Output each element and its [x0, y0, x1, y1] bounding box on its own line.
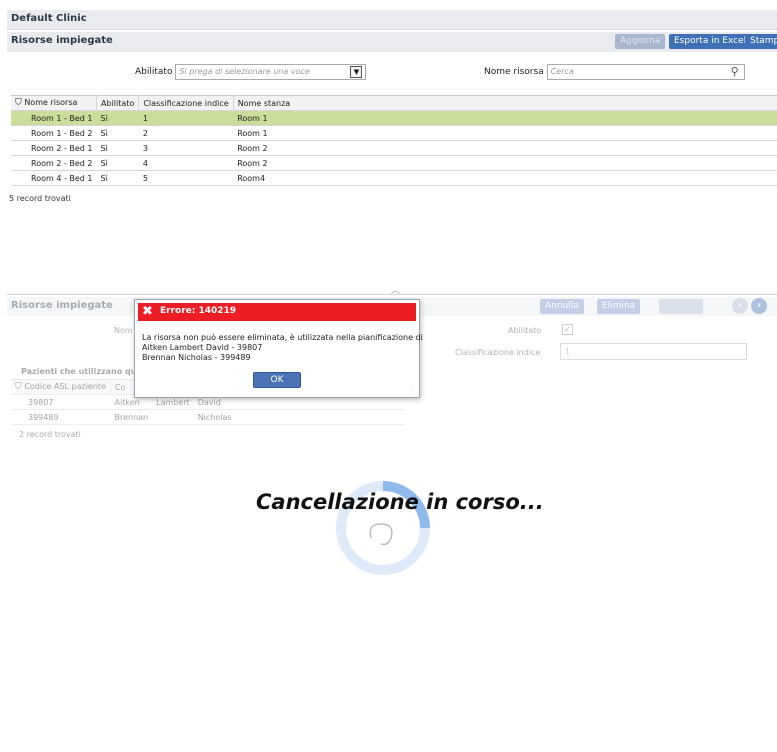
cell-codice: 39807	[11, 394, 111, 410]
cell-abilitato: Sì	[96, 125, 139, 141]
refresh-button[interactable]: Aggiorna	[615, 34, 666, 49]
cell-nome: Room 1 - Bed 2	[11, 125, 97, 141]
cell-stanza: Room 1	[233, 125, 295, 141]
ok-button[interactable]: OK	[253, 372, 301, 388]
error-dialog-header: ✖ Errore: 140219	[138, 303, 416, 321]
enabled-filter-label: Abilitato	[135, 67, 173, 77]
print-button[interactable]: Stampa	[745, 34, 777, 49]
column-header-nome[interactable]: Nome risorsa	[24, 98, 77, 107]
section-title: Risorse impiegate	[11, 35, 113, 46]
table-row[interactable]: Room 1 - Bed 1 Sì 1 Room 1	[11, 110, 777, 126]
column-header-stanza[interactable]: Nome stanza	[233, 95, 295, 111]
patients-record-count: 2 record trovati	[19, 430, 81, 439]
name-search-input[interactable]: Cerca ⚲	[546, 64, 745, 80]
classification-field-label: Classificazione indice	[455, 348, 541, 357]
enabled-field-label: Abilitato	[508, 326, 542, 335]
error-x-icon: ✖	[142, 304, 153, 319]
deleting-overlay-text: Cancellazione in corso...	[256, 490, 544, 514]
prev-record-icon[interactable]: ‹	[732, 298, 748, 314]
cell-nome: Room 2 - Bed 2	[11, 155, 97, 171]
panel-divider[interactable]	[7, 294, 777, 295]
classification-input[interactable]: 1	[560, 343, 747, 360]
save-button[interactable]: Salva	[659, 299, 703, 314]
table-row[interactable]: Room 4 - Bed 1 Sì 5 Room4	[11, 170, 777, 186]
clinic-header: Default Clinic	[7, 10, 777, 30]
cell-stanza: Room 1	[233, 110, 295, 126]
cell-abilitato: Sì	[96, 140, 139, 156]
cell-indice: 3	[138, 140, 234, 156]
cancel-button[interactable]: Annulla	[540, 299, 584, 314]
delete-button[interactable]: Elimina	[597, 299, 641, 314]
cell-nome: Room 2 - Bed 1	[11, 140, 97, 156]
enabled-select-placeholder: Si prega di selezionare una voce	[179, 67, 310, 76]
cell-filler	[294, 155, 777, 171]
error-message-line: Brennan Nicholas - 399489	[142, 353, 251, 362]
export-excel-button[interactable]: Esporta in Excel	[669, 34, 752, 49]
table-row[interactable]: Room 2 - Bed 1 Sì 3 Room 2	[11, 140, 777, 156]
filter-column-icon[interactable]: ⛉ Nome risorsa	[11, 95, 98, 111]
table-row[interactable]: Room 2 - Bed 2 Sì 4 Room 2	[11, 155, 777, 171]
cell-nome: Room 4 - Bed 1	[11, 170, 97, 186]
cell-indice: 2	[138, 125, 234, 141]
search-icon[interactable]: ⚲	[731, 65, 739, 78]
cell-cognome: Brennan	[110, 409, 153, 425]
dropdown-arrow-icon[interactable]: ▼	[350, 66, 363, 78]
next-record-icon[interactable]: ›	[751, 298, 767, 314]
table-row[interactable]: Room 1 - Bed 2 Sì 2 Room 1	[11, 125, 777, 141]
error-message-line: La risorsa non può essere eliminata, è u…	[142, 333, 423, 342]
cell-stanza: Room 2	[233, 140, 295, 156]
patients-filter-column[interactable]: ⛉ Codice ASL paziente	[11, 379, 111, 395]
cell-stanza: Room 2	[233, 155, 295, 171]
enabled-checkbox[interactable]: ✓	[562, 324, 573, 335]
header-filler	[294, 95, 777, 111]
cell-filler	[294, 110, 777, 126]
name-field-label: Nom	[114, 326, 133, 335]
cell-nome: Nicholas	[193, 409, 405, 425]
error-dialog-message: La risorsa non può essere eliminata, è u…	[142, 333, 423, 363]
cell-indice: 4	[138, 155, 234, 171]
table-header-row: ⛉ Nome risorsa Abilitato Classificazione…	[11, 95, 777, 111]
enabled-filter: Abilitato Si prega di selezionare una vo…	[135, 64, 367, 80]
name-filter-label: Nome risorsa	[484, 67, 544, 77]
cell-filler	[294, 125, 777, 141]
cell-filler	[294, 140, 777, 156]
cell-indice: 1	[138, 110, 234, 126]
name-search-placeholder: Cerca	[550, 67, 574, 76]
resize-grip-icon[interactable]: ⋰	[408, 387, 415, 395]
column-header-abilitato[interactable]: Abilitato	[96, 95, 140, 111]
name-filter: Nome risorsa Cerca ⚲	[484, 64, 745, 80]
resources-table: ⛉ Nome risorsa Abilitato Classificazione…	[11, 95, 777, 186]
clinic-name: Default Clinic	[11, 13, 87, 24]
enabled-select[interactable]: Si prega di selezionare una voce ▼	[175, 64, 367, 80]
resources-section-header: Risorse impiegate Aggiorna Esporta in Ex…	[7, 32, 777, 52]
error-dialog-title: Errore: 140219	[160, 306, 237, 316]
cell-abilitato: Sì	[96, 110, 139, 126]
detail-section-title: Risorse impiegate	[11, 300, 113, 311]
cell-filler	[294, 170, 777, 186]
error-dialog: ✖ Errore: 140219 La risorsa non può esse…	[134, 299, 423, 398]
cell-secondo	[152, 409, 194, 425]
cell-abilitato: Sì	[96, 170, 139, 186]
cell-abilitato: Sì	[96, 155, 139, 171]
cell-stanza: Room4	[233, 170, 295, 186]
error-message-line: Aitken Lambert David - 39807	[142, 343, 263, 352]
cell-nome: Room 1 - Bed 1	[11, 110, 97, 126]
patients-subtitle: Pazienti che utilizzano ques	[21, 367, 147, 376]
column-header-classificazione[interactable]: Classificazione indice	[138, 95, 234, 111]
record-count: 5 record trovati	[9, 194, 71, 203]
column-header-codice[interactable]: Codice ASL paziente	[24, 382, 106, 391]
table-row[interactable]: 399489 Brennan Nicholas	[11, 409, 405, 425]
cell-indice: 5	[138, 170, 234, 186]
cell-codice: 399489	[11, 409, 111, 425]
